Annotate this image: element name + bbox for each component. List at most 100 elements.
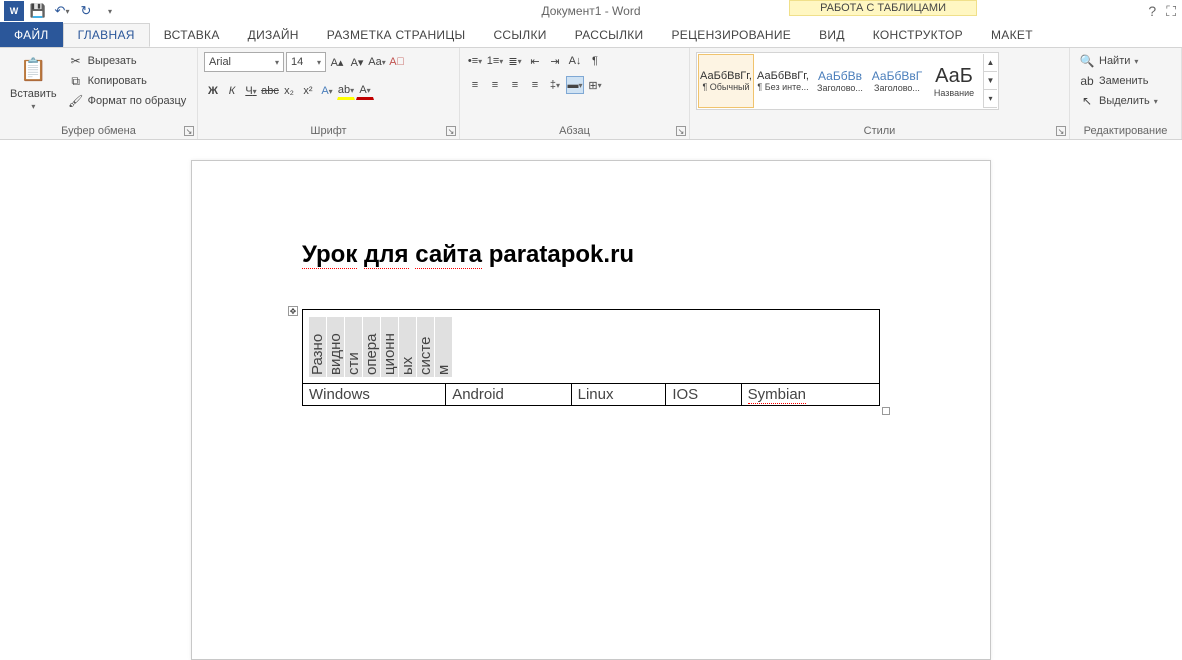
select-button[interactable]: ↖Выделить ▾ [1076, 92, 1161, 110]
copy-button[interactable]: ⧉Копировать [65, 72, 190, 90]
font-name-combo[interactable]: Arial▾ [204, 52, 284, 72]
find-icon: 🔍 [1079, 53, 1095, 69]
borders-button[interactable]: ⊞▾ [586, 76, 604, 94]
find-button[interactable]: 🔍Найти ▾ [1076, 52, 1161, 70]
tab-design[interactable]: ДИЗАЙН [234, 22, 313, 47]
show-marks-button[interactable]: ¶ [586, 52, 604, 70]
tab-references[interactable]: ССЫЛКИ [479, 22, 560, 47]
style-no-spacing[interactable]: АаБбВвГг,¶ Без инте... [755, 54, 811, 108]
table-resize-handle[interactable] [882, 407, 890, 415]
tab-page-layout[interactable]: РАЗМЕТКА СТРАНИЦЫ [313, 22, 480, 47]
ribbon-display-icon[interactable]: ⛶ [1166, 3, 1176, 20]
ribbon: 📋 Вставить ▾ ✂Вырезать ⧉Копировать 🖌Форм… [0, 48, 1182, 140]
italic-button[interactable]: К [223, 82, 241, 100]
tab-mailings[interactable]: РАССЫЛКИ [561, 22, 658, 47]
tab-table-design[interactable]: КОНСТРУКТОР [859, 22, 977, 47]
gallery-down-icon[interactable]: ▼ [984, 72, 997, 90]
font-color-button[interactable]: A▾ [356, 82, 374, 100]
document-heading[interactable]: Урок для сайта paratapok.ru [302, 241, 880, 269]
clear-formatting-button[interactable]: A⃠ [388, 53, 406, 71]
paste-button[interactable]: 📋 Вставить ▾ [6, 52, 61, 113]
group-paragraph-label: Абзац [460, 125, 689, 139]
tab-review[interactable]: РЕЦЕНЗИРОВАНИЕ [657, 22, 805, 47]
document-title: Документ1 - Word [541, 4, 640, 18]
style-heading2[interactable]: АаБбВвГЗаголово... [869, 54, 925, 108]
increase-indent-button[interactable]: ⇥ [546, 52, 564, 70]
tab-table-layout[interactable]: МАКЕТ [977, 22, 1047, 47]
group-editing-label: Редактирование [1070, 125, 1181, 139]
cut-button[interactable]: ✂Вырезать [65, 52, 190, 70]
redo-icon[interactable]: ↻ [76, 1, 96, 21]
group-clipboard-label: Буфер обмена [0, 125, 197, 139]
bullets-button[interactable]: •≡▾ [466, 52, 484, 70]
save-icon[interactable]: 💾 [28, 1, 48, 21]
group-font-label: Шрифт [198, 125, 459, 139]
group-styles-label: Стили [690, 125, 1069, 139]
help-icon[interactable]: ? [1148, 3, 1156, 20]
page[interactable]: Урок для сайта paratapok.ru ✥ Разно видн… [191, 160, 991, 660]
style-normal[interactable]: АаБбВвГг,¶ Обычный [698, 54, 754, 108]
quick-access-toolbar: W 💾 ↶▾ ↻ ▾ [0, 1, 120, 21]
style-heading1[interactable]: АаБбВвЗаголово... [812, 54, 868, 108]
tab-insert[interactable]: ВСТАВКА [150, 22, 234, 47]
ribbon-tabs: ФАЙЛ ГЛАВНАЯ ВСТАВКА ДИЗАЙН РАЗМЕТКА СТР… [0, 22, 1182, 48]
copy-icon: ⧉ [68, 73, 84, 89]
document-table[interactable]: Разно видно сти опера ционн ых систе м W… [302, 309, 880, 406]
replace-icon: ab [1079, 73, 1095, 89]
shrink-font-button[interactable]: A▾ [348, 53, 366, 71]
change-case-button[interactable]: Aa▾ [368, 53, 386, 71]
underline-button[interactable]: Ч▾ [242, 82, 260, 100]
gallery-up-icon[interactable]: ▲ [984, 54, 997, 72]
format-painter-button[interactable]: 🖌Формат по образцу [65, 92, 190, 110]
select-icon: ↖ [1079, 93, 1095, 109]
sort-button[interactable]: A↓ [566, 52, 584, 70]
word-app-icon[interactable]: W [4, 1, 24, 21]
gallery-more-icon[interactable]: ▾ [984, 90, 997, 108]
text-effects-button[interactable]: A▾ [318, 82, 336, 100]
replace-button[interactable]: abЗаменить [1076, 72, 1161, 90]
document-area[interactable]: Урок для сайта paratapok.ru ✥ Разно видн… [0, 140, 1182, 647]
superscript-button[interactable]: x² [299, 82, 317, 100]
highlight-button[interactable]: ab▾ [337, 82, 355, 100]
scissors-icon: ✂ [68, 53, 84, 69]
paste-label: Вставить [10, 88, 57, 100]
style-title[interactable]: АаБНазвание [926, 54, 982, 108]
table-tools-label: РАБОТА С ТАБЛИЦАМИ [789, 0, 977, 16]
table-row[interactable]: Разно видно сти опера ционн ых систе м [303, 310, 880, 384]
clipboard-dialog-launcher[interactable]: ↘ [184, 126, 194, 136]
align-left-button[interactable]: ≡ [466, 76, 484, 94]
font-dialog-launcher[interactable]: ↘ [446, 126, 456, 136]
align-right-button[interactable]: ≡ [506, 76, 524, 94]
table-cell[interactable]: Linux [571, 384, 666, 406]
justify-button[interactable]: ≡ [526, 76, 544, 94]
table-cell[interactable]: Symbian [741, 384, 879, 406]
shading-button[interactable]: ▬▾ [566, 76, 584, 94]
strikethrough-button[interactable]: abc [261, 82, 279, 100]
paragraph-dialog-launcher[interactable]: ↘ [676, 126, 686, 136]
align-center-button[interactable]: ≡ [486, 76, 504, 94]
table-cell[interactable]: IOS [666, 384, 741, 406]
table-cell[interactable]: Android [446, 384, 571, 406]
table-row[interactable]: Windows Android Linux IOS Symbian [303, 384, 880, 406]
decrease-indent-button[interactable]: ⇤ [526, 52, 544, 70]
tab-view[interactable]: ВИД [805, 22, 859, 47]
rotated-header[interactable]: Разно видно сти опера ционн ых систе м [309, 317, 453, 377]
brush-icon: 🖌 [68, 93, 84, 109]
tab-file[interactable]: ФАЙЛ [0, 22, 63, 47]
grow-font-button[interactable]: A▴ [328, 53, 346, 71]
tab-home[interactable]: ГЛАВНАЯ [63, 23, 150, 47]
styles-dialog-launcher[interactable]: ↘ [1056, 126, 1066, 136]
font-size-combo[interactable]: 14▾ [286, 52, 326, 72]
qat-customize-icon[interactable]: ▾ [100, 1, 120, 21]
subscript-button[interactable]: x₂ [280, 82, 298, 100]
styles-gallery[interactable]: АаБбВвГг,¶ Обычный АаБбВвГг,¶ Без инте..… [696, 52, 999, 110]
bold-button[interactable]: Ж [204, 82, 222, 100]
title-bar: W 💾 ↶▾ ↻ ▾ Документ1 - Word РАБОТА С ТАБ… [0, 0, 1182, 22]
multilevel-button[interactable]: ≣▾ [506, 52, 524, 70]
undo-icon[interactable]: ↶▾ [52, 1, 72, 21]
line-spacing-button[interactable]: ‡▾ [546, 76, 564, 94]
paste-icon: 📋 [17, 54, 49, 86]
table-cell[interactable]: Windows [303, 384, 446, 406]
numbering-button[interactable]: 1≡▾ [486, 52, 504, 70]
table-move-handle[interactable]: ✥ [288, 306, 298, 316]
